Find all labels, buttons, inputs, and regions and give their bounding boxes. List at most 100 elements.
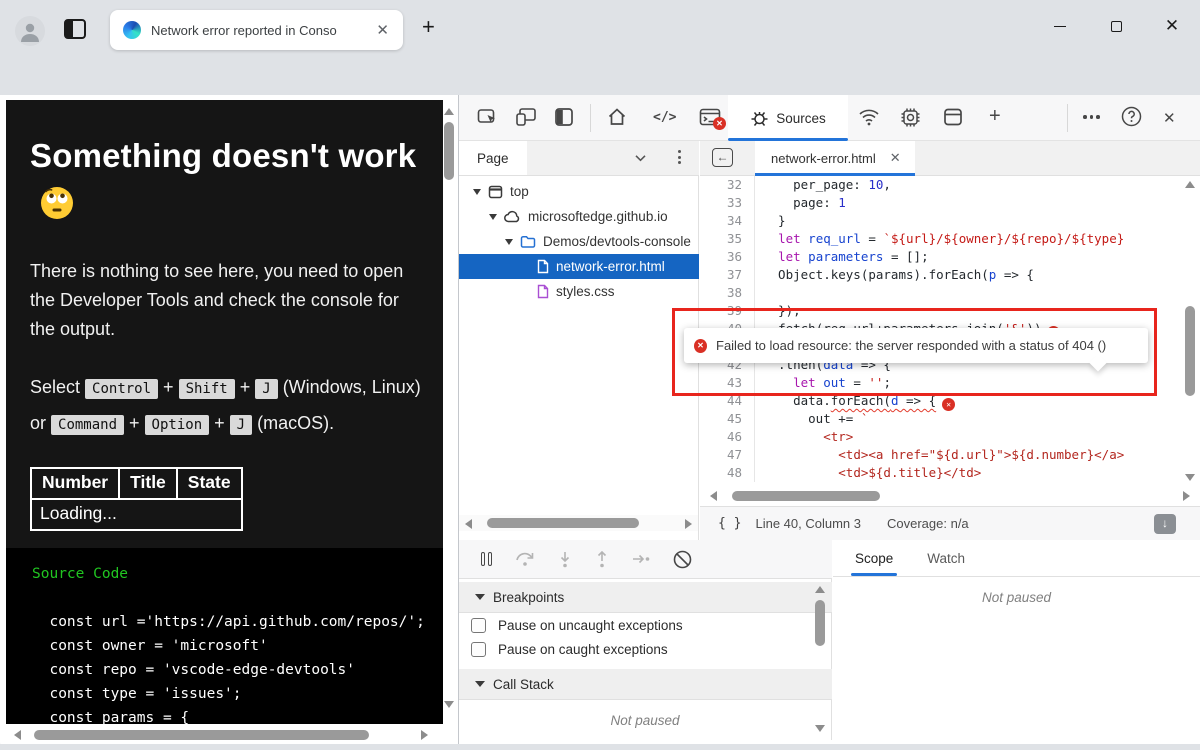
deactivate-breakpoints-button[interactable] xyxy=(673,550,692,569)
line-number[interactable]: 34 xyxy=(700,212,755,230)
console-tool-button[interactable]: ✕ xyxy=(699,107,721,127)
new-tab-button[interactable]: + xyxy=(422,18,435,36)
maximize-button[interactable] xyxy=(1088,0,1144,52)
expand-arrow-icon[interactable] xyxy=(505,239,513,245)
more-tools-button[interactable]: + xyxy=(989,105,1001,128)
line-number[interactable]: 32 xyxy=(700,176,755,194)
tab-watch[interactable]: Watch xyxy=(927,551,965,576)
navigator-hscroll-thumb[interactable] xyxy=(487,518,639,528)
code-line-38[interactable]: 38 xyxy=(700,284,1200,302)
tree-item-demos-devtools-console[interactable]: Demos/devtools-console xyxy=(459,229,699,254)
elements-tool-button[interactable]: </> xyxy=(653,110,676,125)
code-line-48[interactable]: 48 <td>${d.title}</td> xyxy=(700,464,1200,482)
pretty-print-button[interactable]: { } xyxy=(718,516,741,531)
inspect-element-button[interactable] xyxy=(477,107,498,127)
editor-tab-network-error[interactable]: network-error.html ✕ xyxy=(755,141,915,175)
file-tree: topmicrosoftedge.github.ioDemos/devtools… xyxy=(459,179,699,304)
checkbox[interactable] xyxy=(471,642,486,657)
line-number[interactable]: 36 xyxy=(700,248,755,266)
tree-item-network-error-html[interactable]: network-error.html xyxy=(459,254,699,279)
minimize-button[interactable] xyxy=(1032,0,1088,52)
pause-script-button[interactable] xyxy=(481,552,492,566)
error-tooltip: ✕ Failed to load resource: the server re… xyxy=(684,328,1148,363)
line-number[interactable]: 37 xyxy=(700,266,755,284)
code-line-36[interactable]: 36 let parameters = []; xyxy=(700,248,1200,266)
code-line-34[interactable]: 34 } xyxy=(700,212,1200,230)
code-text: <td>${d.title}</td> xyxy=(755,464,981,482)
device-emulation-button[interactable] xyxy=(515,107,537,127)
network-tool-button[interactable] xyxy=(858,107,880,127)
expand-arrow-icon[interactable] xyxy=(473,189,481,195)
performance-tool-button[interactable] xyxy=(900,107,921,128)
close-devtools-button[interactable]: ✕ xyxy=(1163,109,1176,127)
code-line-43[interactable]: 43 let out = ''; xyxy=(700,374,1200,392)
code-line-39[interactable]: 39 }); xyxy=(700,302,1200,320)
editor-tab-close-icon[interactable]: ✕ xyxy=(886,150,905,166)
tree-item-microsoftedge-github-io[interactable]: microsoftedge.github.io xyxy=(459,204,699,229)
welcome-tool-button[interactable] xyxy=(607,107,627,127)
profile-avatar[interactable] xyxy=(15,16,45,46)
step-into-button[interactable] xyxy=(558,551,572,568)
code-line-33[interactable]: 33 page: 1 xyxy=(700,194,1200,212)
line-number[interactable]: 38 xyxy=(700,284,755,302)
line-number[interactable]: 43 xyxy=(700,374,755,392)
editor-vertical-scrollbar[interactable] xyxy=(1183,181,1197,481)
editor-horizontal-scrollbar[interactable] xyxy=(710,487,1190,505)
deactivate-breakpoints-icon xyxy=(673,550,692,569)
page-heading: Something doesn't work xyxy=(30,132,421,226)
editor-vscroll-thumb[interactable] xyxy=(1185,306,1195,396)
device-emulation-icon xyxy=(515,107,537,127)
code-line-35[interactable]: 35 let req_url = `${url}/${owner}/${repo… xyxy=(700,230,1200,248)
code-line-32[interactable]: 32 per_page: 10, xyxy=(700,176,1200,194)
inline-error-badge[interactable]: ✕ xyxy=(942,398,955,411)
activity-bar-toggle-button[interactable] xyxy=(554,107,574,127)
step-out-button[interactable] xyxy=(595,551,609,568)
page-vertical-scrollbar[interactable] xyxy=(442,100,456,724)
tab-sources[interactable]: Sources xyxy=(728,95,848,141)
page-horizontal-scrollbar[interactable] xyxy=(6,728,436,742)
webpage-viewport: Something doesn't work There is nothing … xyxy=(0,95,459,750)
line-number[interactable]: 44 xyxy=(700,392,755,410)
debugger-vscroll-thumb[interactable] xyxy=(815,600,825,646)
shortcut-instructions: Select Control + Shift + J (Windows, Lin… xyxy=(30,370,421,442)
line-number[interactable]: 48 xyxy=(700,464,755,482)
tab-close-icon[interactable]: ✕ xyxy=(372,21,393,39)
checkbox[interactable] xyxy=(471,618,486,633)
breakpoints-section-header[interactable]: Breakpoints xyxy=(459,582,832,613)
editor-hscroll-thumb[interactable] xyxy=(732,491,880,501)
code-line-37[interactable]: 37 Object.keys(params).forEach(p => { xyxy=(700,266,1200,284)
navigator-horizontal-scrollbar[interactable] xyxy=(459,515,698,531)
tree-item-styles-css[interactable]: styles.css xyxy=(459,279,699,304)
line-number[interactable]: 45 xyxy=(700,410,755,428)
expand-arrow-icon[interactable] xyxy=(489,214,497,220)
code-line-45[interactable]: 45 out += ` xyxy=(700,410,1200,428)
step-over-button[interactable] xyxy=(515,551,535,567)
code-line-46[interactable]: 46 <tr> xyxy=(700,428,1200,446)
close-window-button[interactable]: ✕ xyxy=(1144,0,1200,52)
code-line-44[interactable]: 44 data.forEach(d => {✕ xyxy=(700,392,1200,410)
tab-actions-menu-icon[interactable] xyxy=(64,19,86,39)
memory-tool-button[interactable] xyxy=(943,107,963,127)
help-button[interactable] xyxy=(1121,106,1142,127)
line-number[interactable]: 47 xyxy=(700,446,755,464)
navigator-more-icon[interactable] xyxy=(678,150,681,164)
chevron-down-icon[interactable] xyxy=(635,154,646,162)
browser-tab[interactable]: Network error reported in Conso ✕ xyxy=(110,10,403,50)
tree-item-top[interactable]: top xyxy=(459,179,699,204)
line-number[interactable]: 39 xyxy=(700,302,755,320)
page-vscroll-thumb[interactable] xyxy=(444,122,454,180)
devtools-menu-button[interactable] xyxy=(1083,115,1100,119)
step-icon xyxy=(632,552,650,566)
step-button[interactable] xyxy=(632,552,650,566)
line-number[interactable]: 46 xyxy=(700,428,755,446)
line-number[interactable]: 33 xyxy=(700,194,755,212)
tab-scope[interactable]: Scope xyxy=(855,551,893,576)
line-number[interactable]: 35 xyxy=(700,230,755,248)
page-hscroll-thumb[interactable] xyxy=(34,730,369,740)
tab-page[interactable]: Page xyxy=(459,141,527,175)
toggle-sidebar-icon[interactable]: ↓ xyxy=(1154,514,1176,534)
call-stack-section-header[interactable]: Call Stack xyxy=(459,669,832,700)
code-line-47[interactable]: 47 <td><a href="${d.url}">${d.number}</a… xyxy=(700,446,1200,464)
debugger-vertical-scrollbar[interactable] xyxy=(814,584,827,734)
toggle-navigator-icon[interactable]: ← xyxy=(712,148,733,167)
